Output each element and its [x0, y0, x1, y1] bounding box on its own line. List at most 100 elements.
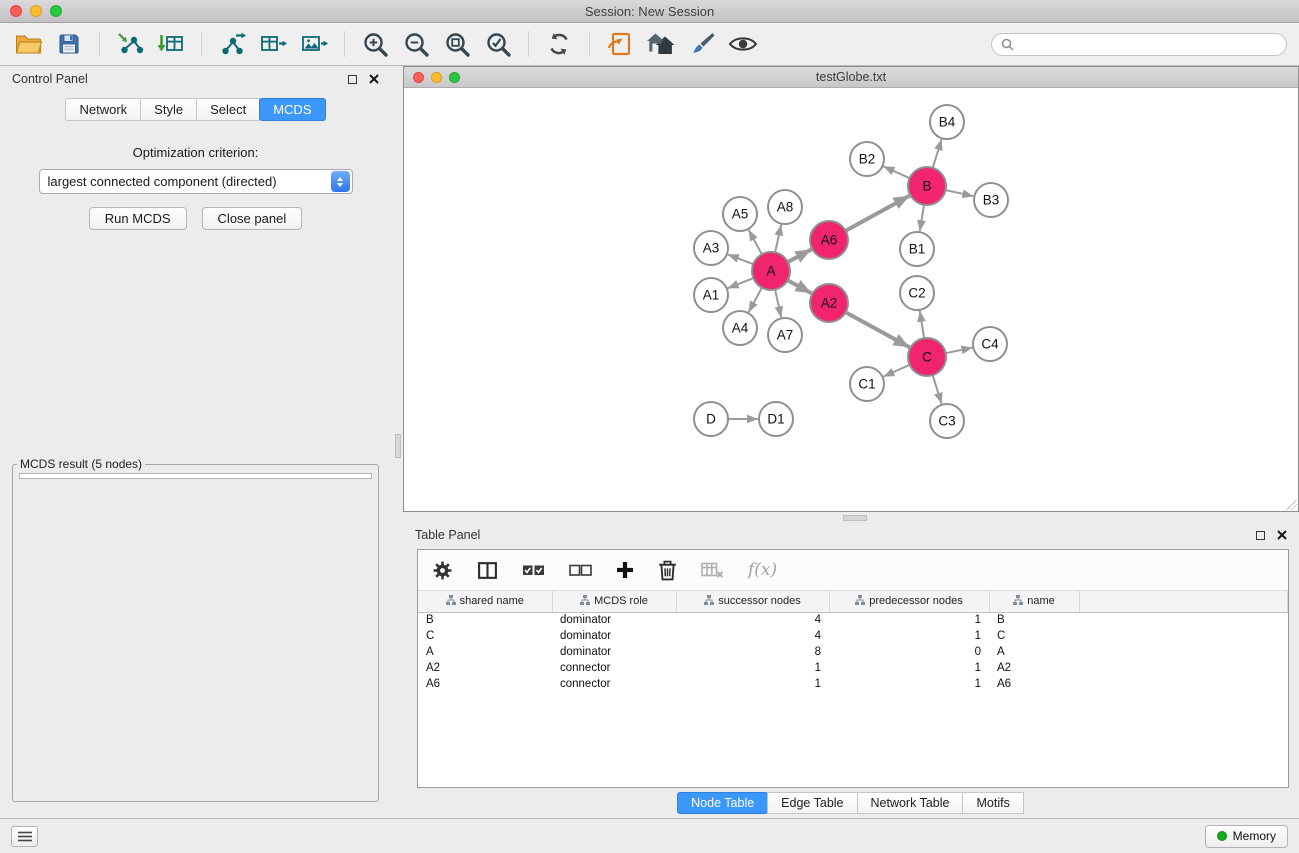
mcds-result-list[interactable]: A2ABCA6 [19, 473, 372, 479]
graph-edge-A-A5[interactable] [749, 230, 762, 255]
style-button[interactable] [686, 28, 718, 60]
search-input[interactable] [1019, 37, 1277, 51]
table-cell[interactable]: 4 [676, 612, 829, 628]
close-panel-button[interactable]: Close panel [202, 207, 303, 230]
table-cell[interactable]: 8 [676, 644, 829, 660]
column-header-name[interactable]: name [989, 591, 1079, 612]
graph-node-A6[interactable]: A6 [810, 221, 848, 259]
graph-node-B4[interactable]: B4 [930, 105, 964, 139]
memory-button[interactable]: Memory [1205, 825, 1288, 848]
mcds-result-item[interactable]: A2 [25, 476, 366, 479]
graph-node-C4[interactable]: C4 [973, 327, 1007, 361]
graph-node-C[interactable]: C [908, 338, 946, 376]
graph-edge-C-C2[interactable] [920, 311, 924, 338]
window-resize-grip[interactable] [1287, 500, 1297, 510]
tab-network[interactable]: Network [65, 98, 141, 121]
table-cell[interactable]: A [989, 644, 1079, 660]
graph-edge-B-B1[interactable] [920, 205, 924, 231]
zoom-network-window-button[interactable] [449, 72, 460, 83]
graph-node-D[interactable]: D [694, 402, 728, 436]
graph-node-C1[interactable]: C1 [850, 367, 884, 401]
table-split-handle[interactable] [403, 512, 1299, 522]
float-panel-icon[interactable] [348, 75, 357, 84]
open-file-button[interactable] [12, 28, 44, 60]
zoom-in-button[interactable] [359, 28, 391, 60]
show-hide-button[interactable] [727, 28, 759, 60]
delete-table-button[interactable] [701, 561, 724, 580]
network-canvas[interactable]: B4B2BB3A8A5A6A3B1AC2A1A2A4A7C4CC1DD1C3 [404, 88, 1298, 511]
graph-node-A2[interactable]: A2 [810, 284, 848, 322]
table-cell[interactable]: 0 [829, 644, 989, 660]
tab-style[interactable]: Style [140, 98, 197, 121]
graph-edge-A-A1[interactable] [728, 278, 754, 288]
criterion-select[interactable]: largest connected component (directed) [39, 169, 353, 194]
graph-node-B3[interactable]: B3 [974, 183, 1008, 217]
zoom-fit-button[interactable] [441, 28, 473, 60]
graph-edge-A6-B[interactable] [846, 196, 910, 231]
table-cell[interactable]: A2 [989, 660, 1079, 676]
export-network-button[interactable] [216, 28, 248, 60]
select-all-button[interactable] [522, 563, 545, 578]
table-cell[interactable]: 1 [676, 660, 829, 676]
open-document-button[interactable] [604, 28, 636, 60]
table-cell[interactable]: C [989, 628, 1079, 644]
graph-node-A[interactable]: A [752, 252, 790, 290]
table-cell[interactable]: connector [552, 660, 676, 676]
add-row-button[interactable] [616, 561, 634, 579]
deselect-all-button[interactable] [569, 563, 592, 578]
search-box[interactable] [991, 33, 1287, 56]
graph-node-C3[interactable]: C3 [930, 404, 964, 438]
table-row[interactable]: Cdominator41C [418, 628, 1288, 644]
table-row[interactable]: A6connector11A6 [418, 676, 1288, 692]
graph-node-A3[interactable]: A3 [694, 231, 728, 265]
apply-layout-button[interactable] [543, 28, 575, 60]
table-cell[interactable]: connector [552, 676, 676, 692]
table-cell[interactable]: 4 [676, 628, 829, 644]
graph-edge-A-A2[interactable] [788, 280, 812, 293]
column-header-mcds-role[interactable]: MCDS role [552, 591, 676, 612]
panel-split-handle[interactable] [391, 66, 403, 818]
column-header-shared-name[interactable]: shared name [418, 591, 552, 612]
graph-edge-C-C4[interactable] [946, 348, 973, 354]
close-table-panel-icon[interactable] [1277, 530, 1287, 540]
table-cell[interactable]: 1 [829, 660, 989, 676]
graph-node-B1[interactable]: B1 [900, 232, 934, 266]
table-cell[interactable]: A2 [418, 660, 552, 676]
save-session-button[interactable] [53, 28, 85, 60]
graph-edge-A-A3[interactable] [728, 254, 754, 264]
import-table-button[interactable] [155, 28, 187, 60]
graph-edge-C-C1[interactable] [883, 365, 909, 377]
minimize-network-window-button[interactable] [431, 72, 442, 83]
table-row[interactable]: Bdominator41B [418, 612, 1288, 628]
graph-node-A1[interactable]: A1 [694, 278, 728, 312]
graph-edge-B-B4[interactable] [933, 139, 942, 168]
tab-mcds[interactable]: MCDS [259, 98, 325, 121]
graph-edge-A-A7[interactable] [775, 290, 781, 318]
table-cell[interactable]: 1 [829, 612, 989, 628]
close-window-button[interactable] [10, 5, 22, 17]
table-cell[interactable]: 1 [829, 628, 989, 644]
tab-edge-table[interactable]: Edge Table [767, 792, 857, 814]
column-header-predecessor-nodes[interactable]: predecessor nodes [829, 591, 989, 612]
table-row[interactable]: Adominator80A [418, 644, 1288, 660]
show-panels-button[interactable] [11, 826, 38, 847]
run-mcds-button[interactable]: Run MCDS [89, 207, 187, 230]
graph-node-C2[interactable]: C2 [900, 276, 934, 310]
tab-network-table[interactable]: Network Table [857, 792, 964, 814]
table-cell[interactable]: B [418, 612, 552, 628]
zoom-window-button[interactable] [50, 5, 62, 17]
graph-edge-B-B2[interactable] [883, 166, 909, 178]
tab-select[interactable]: Select [196, 98, 260, 121]
zoom-out-button[interactable] [400, 28, 432, 60]
graph-node-B[interactable]: B [908, 167, 946, 205]
table-cell[interactable]: 1 [676, 676, 829, 692]
float-table-panel-icon[interactable] [1256, 531, 1265, 540]
graph-edge-A2-C[interactable] [846, 312, 910, 347]
graph-node-A5[interactable]: A5 [723, 197, 757, 231]
table-cell[interactable]: 1 [829, 676, 989, 692]
table-cell[interactable]: A6 [418, 676, 552, 692]
import-network-button[interactable] [114, 28, 146, 60]
tab-motifs[interactable]: Motifs [962, 792, 1023, 814]
show-columns-button[interactable] [477, 560, 498, 581]
export-table-button[interactable] [257, 28, 289, 60]
